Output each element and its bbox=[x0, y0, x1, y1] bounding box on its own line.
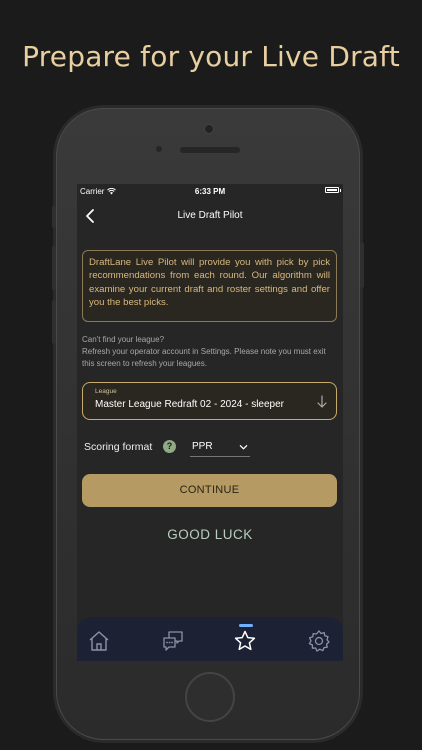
scoring-format-label: Scoring format bbox=[84, 441, 153, 453]
help-icon[interactable]: ? bbox=[163, 440, 176, 453]
arrow-down-icon bbox=[317, 395, 327, 408]
active-tab-indicator bbox=[239, 624, 253, 627]
battery-tip bbox=[340, 189, 341, 192]
status-time: 6:33 PM bbox=[194, 187, 226, 196]
note-instructions: Refresh your operator account in Setting… bbox=[82, 347, 326, 368]
note-question: Can't find your league? bbox=[82, 335, 165, 344]
tab-bar bbox=[77, 617, 343, 661]
tab-star[interactable] bbox=[233, 629, 257, 653]
front-camera bbox=[205, 125, 213, 133]
proximity-sensor bbox=[156, 146, 162, 152]
home-button[interactable] bbox=[185, 672, 235, 722]
league-label: League bbox=[95, 388, 117, 395]
scoring-format-select[interactable]: PPR bbox=[190, 437, 250, 457]
chat-icon bbox=[163, 631, 183, 651]
league-help-note: Can't find your league? Refresh your ope… bbox=[82, 334, 338, 370]
nav-bar: Live Draft Pilot bbox=[77, 204, 343, 228]
scoring-format-row: Scoring format ? PPR bbox=[84, 437, 284, 457]
app-screen: Carrier 6:33 PM Live Draft Pilot DraftLa… bbox=[77, 184, 343, 661]
volume-up-button bbox=[52, 246, 56, 290]
info-box: DraftLane Live Pilot will provide you wi… bbox=[82, 250, 337, 322]
gear-icon bbox=[308, 630, 330, 652]
good-luck-text: GOOD LUCK bbox=[167, 527, 253, 542]
home-icon bbox=[89, 631, 109, 651]
page-title: Live Draft Pilot bbox=[177, 210, 243, 221]
continue-button[interactable]: CONTINUE bbox=[82, 474, 337, 507]
tab-chat[interactable] bbox=[161, 629, 185, 653]
power-button bbox=[360, 242, 364, 288]
league-value: Master League Redraft 02 - 2024 - sleepe… bbox=[95, 399, 284, 410]
marketing-headline: Prepare for your Live Draft bbox=[22, 40, 400, 73]
tab-settings[interactable] bbox=[307, 629, 331, 653]
tab-home[interactable] bbox=[87, 629, 111, 653]
chevron-down-icon bbox=[239, 445, 248, 450]
mute-switch bbox=[52, 206, 56, 228]
battery-icon bbox=[325, 187, 339, 193]
scoring-format-value: PPR bbox=[192, 441, 213, 452]
status-bar: Carrier 6:33 PM bbox=[77, 184, 343, 198]
star-icon bbox=[234, 630, 256, 651]
earpiece-speaker bbox=[180, 147, 240, 153]
league-select[interactable]: League Master League Redraft 02 - 2024 -… bbox=[82, 382, 337, 420]
volume-down-button bbox=[52, 300, 56, 344]
